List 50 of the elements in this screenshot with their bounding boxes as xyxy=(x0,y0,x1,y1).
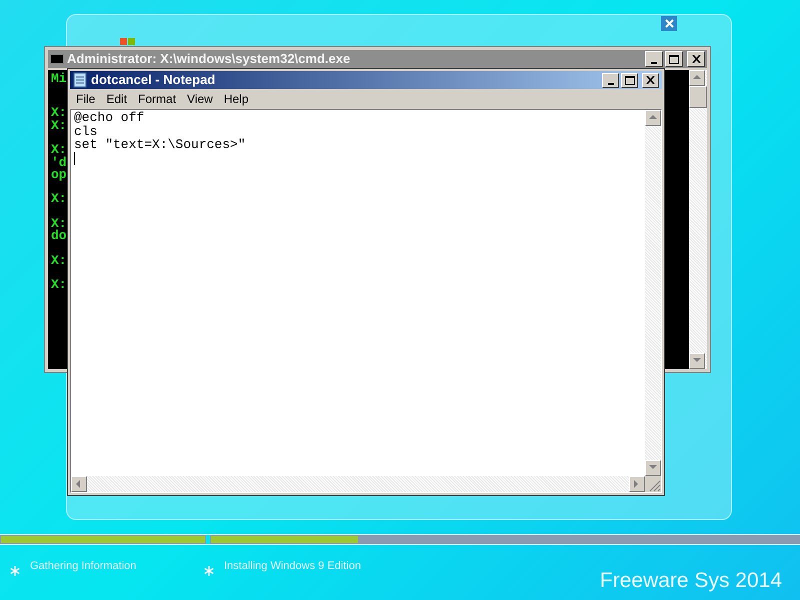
close-icon xyxy=(692,55,700,63)
close-button[interactable] xyxy=(687,51,705,67)
scroll-down-button[interactable] xyxy=(689,353,705,369)
window-title: Administrator: X:\windows\system32\cmd.exe xyxy=(67,50,352,68)
step-label: Installing Windows 9 Edition xyxy=(224,559,361,574)
menu-item[interactable]: View xyxy=(182,90,218,108)
console-line: X: xyxy=(51,218,67,230)
step-label: Gathering Information xyxy=(30,559,136,574)
console-icon xyxy=(50,54,64,64)
console-line: X: xyxy=(51,254,67,268)
notepad-icon xyxy=(73,72,87,88)
text-line: cls xyxy=(74,124,98,138)
scroll-thumb[interactable] xyxy=(689,86,707,108)
maximize-button[interactable] xyxy=(621,72,638,88)
minimize-button[interactable] xyxy=(645,51,663,67)
menu-item[interactable]: Edit xyxy=(101,90,132,108)
close-icon xyxy=(646,76,655,84)
console-line: op xyxy=(51,169,67,182)
console-line: X: xyxy=(51,120,67,132)
scrollbar[interactable] xyxy=(71,476,645,492)
text-editor[interactable]: @echo off cls set "text=X:\Sources>" xyxy=(71,110,645,476)
window-title: dotcancel - Notepad xyxy=(91,71,216,90)
text-line: set "text=X:\Sources>" xyxy=(74,138,246,152)
menu-item[interactable]: Help xyxy=(218,90,254,108)
text-line: @echo off xyxy=(74,111,144,124)
menu-item[interactable]: File xyxy=(71,90,100,108)
scroll-down-button[interactable] xyxy=(645,460,661,476)
console-line: X: xyxy=(51,107,67,120)
windows-logo-icon xyxy=(120,38,135,45)
close-button[interactable] xyxy=(642,72,659,88)
asterisk-icon xyxy=(10,566,20,576)
console-line: do xyxy=(51,230,67,243)
scrollbar[interactable] xyxy=(689,70,707,369)
scroll-up-button[interactable] xyxy=(689,70,705,86)
asterisk-icon xyxy=(204,566,214,576)
minimize-button[interactable] xyxy=(602,72,619,88)
maximize-button[interactable] xyxy=(665,51,683,67)
console-line: 'd xyxy=(51,156,67,170)
scroll-left-button[interactable] xyxy=(71,476,87,492)
text-cursor xyxy=(74,152,75,164)
console-line: X: xyxy=(51,193,67,206)
scroll-right-button[interactable] xyxy=(629,476,645,492)
console-line: X: xyxy=(51,279,67,292)
close-icon xyxy=(664,19,674,28)
brand-text: Freeware Sys 2014 xyxy=(600,568,782,594)
scroll-up-button[interactable] xyxy=(645,110,661,126)
scrollbar[interactable] xyxy=(645,110,661,476)
console-line: Mi xyxy=(51,73,67,86)
menu-item[interactable]: Format xyxy=(133,90,182,108)
console-line: X: xyxy=(51,144,67,157)
